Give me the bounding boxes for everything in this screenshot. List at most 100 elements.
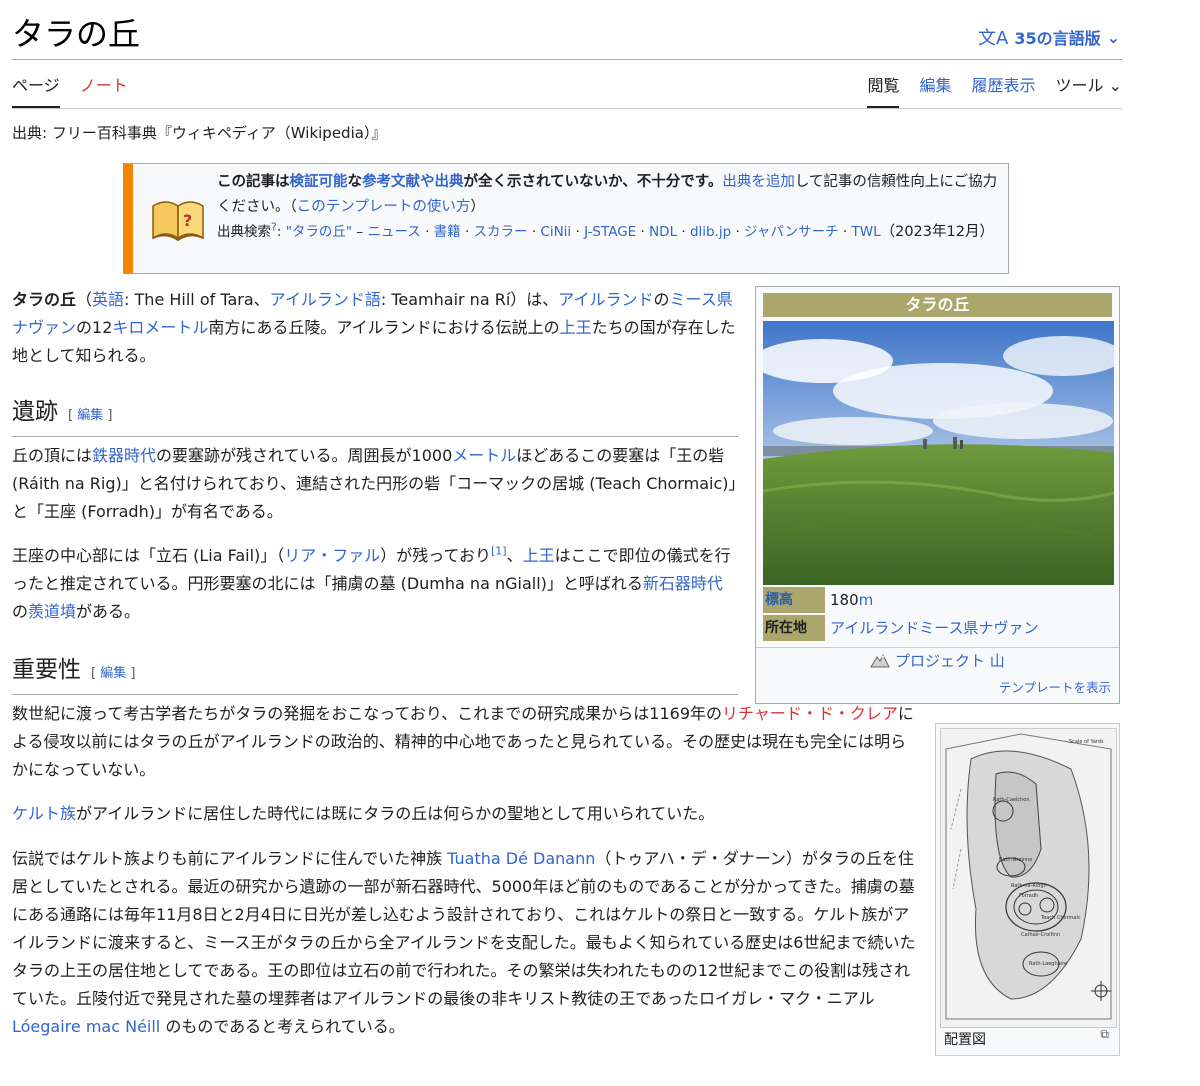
search-link-cinii[interactable]: CiNii [540, 224, 571, 240]
text: 丘の頂には [12, 446, 93, 465]
ruins-paragraph-2: 王座の中心部には「立石 (Lia Fail)」（リア・ファル）が残っており[1]… [12, 542, 738, 626]
magnify-icon[interactable]: ⧉ [1100, 1027, 1109, 1042]
reference-1[interactable]: [1] [491, 545, 507, 558]
link-loegaire[interactable]: Lóegaire mac Néill [12, 1017, 160, 1036]
search-label: 出典検索 [217, 224, 271, 240]
map-label-5: Cathair-Croifinn [1021, 932, 1060, 938]
link-add-source[interactable]: 出典を追加 [722, 174, 795, 190]
notice-text-2: ） [470, 199, 485, 215]
chevron-down-icon: ⌄ [1106, 27, 1120, 47]
importance-paragraph-2: ケルト族がアイルランドに居住した時代には既にタラの丘は何らかの聖地として用いられ… [12, 800, 920, 828]
sep: · [731, 224, 745, 240]
site-map-image[interactable]: Scale of Yards Rath-Caelchon Rath-Grainn… [940, 728, 1117, 1028]
link-ireland-2[interactable]: アイルランド [830, 619, 919, 637]
translate-icon: 文A [977, 28, 1009, 49]
project-link-row: プロジェクト 山 [756, 647, 1119, 672]
tab-edit[interactable]: 編集 [919, 74, 951, 106]
sep: · [571, 224, 585, 240]
tabs-divider [12, 108, 1122, 109]
link-tuatha-de-danann[interactable]: Tuatha Dé Danann [447, 849, 595, 868]
text: ）が残っており [380, 546, 492, 565]
link-references[interactable]: 参考文献や出典 [362, 174, 464, 190]
ruins-paragraph-1: 丘の頂には鉄器時代の要塞跡が残されている。周囲長が1000メートルほどあるこの要… [12, 442, 738, 526]
sep: · [677, 224, 690, 240]
link-high-king-2[interactable]: 上王 [523, 546, 555, 565]
tab-note[interactable]: ノート [80, 74, 128, 106]
importance-paragraph-3: 伝説ではケルト族よりも前にアイルランドに住んでいた神族 Tuatha Dé Da… [12, 845, 920, 1041]
link-template-usage[interactable]: このテンプレートの使い方 [297, 199, 471, 215]
search-link-scholar[interactable]: スカラー [474, 224, 528, 240]
tab-read[interactable]: 閲覧 [867, 74, 900, 108]
chevron-down-icon: ⌄ [1108, 76, 1122, 95]
section-heading-importance: 重要性 [ 編集 ] [12, 654, 738, 695]
link-metre[interactable]: メートル [452, 446, 516, 465]
svg-text:?: ? [183, 211, 192, 230]
text: （ [76, 290, 93, 309]
search-link-books[interactable]: 書籍 [434, 224, 461, 240]
source-line: 出典: フリー百科事典『ウィキペディア（Wikipedia）』 [12, 124, 387, 142]
tab-history[interactable]: 履歴表示 [971, 74, 1035, 106]
section-edit: [ 編集 ] [91, 666, 135, 681]
link-irish[interactable]: アイルランド語 [270, 290, 381, 309]
link-navan-2[interactable]: ナヴァン [979, 619, 1039, 637]
bracket: ] [103, 408, 113, 423]
heading-text: 遺跡 [12, 399, 58, 425]
text: の [653, 290, 670, 309]
text: 王座の中心部には「立石 (Lia Fail)」（ [12, 546, 285, 565]
tools-label: ツール [1055, 76, 1104, 95]
page-tabs: ページ ノート 閲覧 編集 履歴表示 ツール ⌄ [12, 74, 1122, 108]
edit-link-ruins[interactable]: 編集 [77, 408, 103, 423]
text: （トゥアハ・デ・ダナーン）がタラの丘を住居としていたとされる。最近の研究から遺跡… [12, 849, 916, 1008]
link-iron-age[interactable]: 鉄器時代 [92, 446, 156, 465]
section-edit: [ 編集 ] [68, 408, 112, 423]
elevation-value: 180 [830, 591, 859, 609]
link-show-template[interactable]: テンプレートを表示 [999, 677, 1111, 696]
link-ireland[interactable]: アイルランド [558, 290, 653, 309]
link-navan[interactable]: ナヴァン [12, 318, 76, 337]
text: 南方にある丘陵。アイルランドにおける伝説上の [208, 318, 560, 337]
link-verifiable[interactable]: 検証可能 [290, 174, 348, 190]
search-link-ndl[interactable]: NDL [649, 224, 677, 240]
sep: · [636, 224, 650, 240]
source-search: 出典検索?: "タラの丘" – ニュース · 書籍 · スカラー · CiNii… [217, 222, 994, 241]
heading-text: 重要性 [12, 657, 81, 683]
infobox-row-elevation: 標高 180m [763, 587, 1114, 613]
link-project-mountain[interactable]: プロジェクト 山 [895, 652, 1005, 670]
link-meath-2[interactable]: ミース県 [919, 619, 978, 637]
search-link-japansearch[interactable]: ジャパンサーチ [744, 224, 839, 240]
search-link-news[interactable]: ニュース [367, 224, 420, 240]
link-lia-fail[interactable]: リア・ファル [284, 546, 380, 565]
bracket: [ [68, 408, 78, 423]
search-link-dlib[interactable]: dlib.jp [690, 224, 731, 240]
text: がある。 [76, 602, 141, 621]
link-meath[interactable]: ミース県 [670, 290, 733, 309]
notice-text: この記事は検証可能な参考文献や出典が全く示されていないか、不十分です。出典を追加… [217, 170, 1007, 245]
hill-photo[interactable] [763, 321, 1114, 585]
site-map-graphic: Scale of Yards Rath-Caelchon Rath-Grainn… [941, 729, 1116, 1027]
search-link-twl[interactable]: TWL [851, 224, 880, 240]
text: 伝説ではケルト族よりも前にアイルランドに住んでいた神族 [12, 849, 448, 868]
map-label-6: Rath-Laeghaire [1029, 961, 1067, 967]
tab-page[interactable]: ページ [12, 74, 60, 108]
search-link-query[interactable]: "タラの丘" [286, 224, 352, 240]
text: : Teamhair na Rí）は、 [380, 290, 559, 309]
notice-bold-3: が全く示されていないか、不十分です。 [463, 174, 723, 190]
link-metre-unit[interactable]: m [859, 591, 874, 609]
link-passage-tomb[interactable]: 羨道墳 [28, 602, 76, 621]
search-link-jstage[interactable]: J-STAGE [584, 224, 636, 240]
elevation-label-link[interactable]: 標高 [765, 592, 793, 608]
link-kilometre[interactable]: キロメートル [112, 318, 208, 337]
link-neolithic[interactable]: 新石器時代 [643, 574, 723, 593]
infobox-row-location: 所在地 アイルランドミース県ナヴァン [763, 615, 1114, 641]
title-divider [12, 59, 1122, 60]
infobox-title: タラの丘 [763, 293, 1112, 317]
redlink-richard-de-clare[interactable]: リチャード・ド・クレア [722, 704, 898, 723]
map-thumbnail: Scale of Yards Rath-Caelchon Rath-Grainn… [935, 723, 1120, 1056]
edit-link-importance[interactable]: 編集 [100, 666, 126, 681]
link-high-king[interactable]: 上王 [560, 318, 592, 337]
link-celts[interactable]: ケルト族 [12, 804, 76, 823]
tab-tools[interactable]: ツール ⌄ [1055, 74, 1122, 106]
link-english[interactable]: 英語 [92, 290, 124, 309]
location-label: 所在地 [763, 615, 825, 641]
language-button[interactable]: 文A 35の言語版 ⌄ [978, 24, 1120, 50]
